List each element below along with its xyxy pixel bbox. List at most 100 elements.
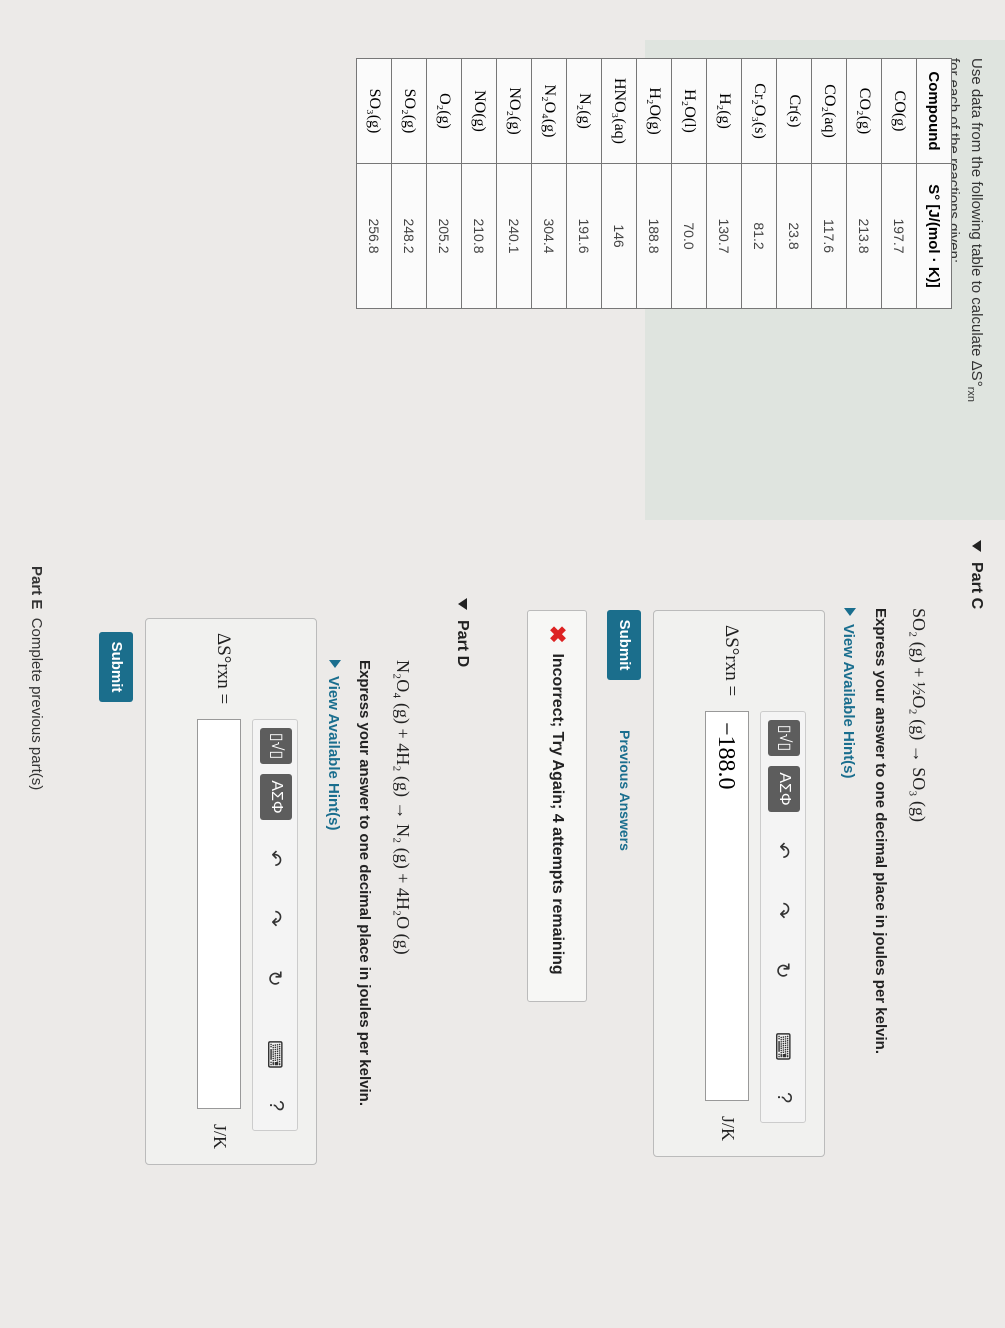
part-d-instruction: Express your answer to one decimal place… [356, 660, 373, 1107]
entropy-value-cell: 188.8 [636, 163, 672, 309]
incorrect-x-icon: ✖ [545, 625, 570, 644]
intro-line1: Use data from the following table to cal… [968, 58, 985, 387]
table-row: SO₃(g) 256.8 [356, 58, 392, 309]
entropy-value-cell: 205.2 [426, 163, 462, 309]
part-c-hint-link[interactable]: View Available Hint(s) [840, 608, 857, 779]
table-body: CO(g) 197.7 CO₂(g) 213.8 CO₂(aq) 117.6 Cr(s) 23… [356, 58, 917, 309]
collapse-triangle-icon[interactable] [457, 598, 467, 610]
compound-cell: H₂O(g) [636, 58, 672, 164]
part-c-delta-s-label: ΔS°rxn = [721, 625, 742, 697]
part-c-toolbar: ▯√▯ ΑΣΦ ↶ ↷ ↻ ⌨ ? [760, 711, 806, 1123]
part-e-row: Part E Complete previous part(s) [28, 566, 45, 790]
entropy-value-cell: 240.1 [496, 163, 532, 309]
previous-answers-link[interactable]: Previous Answers [617, 730, 633, 851]
feedback-box: ✖ Incorrect; Try Again; 4 attempts remain… [527, 610, 587, 1002]
part-c-unit: J/K [718, 1116, 738, 1142]
help-icon[interactable]: ? [264, 1100, 287, 1111]
part-d-delta-s-label: ΔS°rxn = [213, 633, 234, 705]
compound-cell: Cr₂O₃(s) [741, 58, 777, 164]
compound-cell: O₂(g) [426, 58, 462, 164]
redo-icon[interactable]: ↷ [262, 910, 287, 927]
entropy-value-cell: 213.8 [846, 163, 882, 309]
part-d-toolbar: ▯√▯ ΑΣΦ ↶ ↷ ↻ ⌨ ? [252, 719, 298, 1131]
compound-cell: NO(g) [461, 58, 497, 164]
part-d-equation: N₂O₄ (g) + 4H₂ (g) → N₂ (g) + 4H₂O (g) [393, 660, 413, 955]
table-row: NO(g) 210.8 [461, 58, 497, 309]
compound-cell: CO(g) [881, 58, 917, 164]
compound-cell: CO₂(aq) [811, 58, 847, 164]
redo-icon[interactable]: ↷ [770, 902, 795, 919]
part-c-instruction: Express your answer to one decimal place… [872, 608, 889, 1055]
compound-cell: CO₂(g) [846, 58, 882, 164]
symbols-button[interactable]: ΑΣΦ [768, 766, 800, 812]
compound-cell: N₂(g) [566, 58, 602, 164]
compound-cell: HNO₃(aq) [601, 58, 637, 164]
intro-subscript: rxn [965, 386, 977, 402]
entropy-value-cell: 70.0 [671, 163, 707, 309]
table-row: NO₂(g) 240.1 [496, 58, 532, 309]
part-e-text: Complete previous part(s) [28, 617, 45, 791]
part-c-title[interactable]: Part C [967, 540, 985, 609]
compound-cell: SO₃(g) [356, 58, 392, 164]
part-d-hint-link[interactable]: View Available Hint(s) [325, 660, 342, 831]
expand-arrow-icon [329, 660, 341, 668]
part-d-answer-box: ▯√▯ ΑΣΦ ↶ ↷ ↻ ⌨ ? ΔS°rxn = J/K [145, 618, 317, 1165]
templates-button[interactable]: ▯√▯ [260, 728, 292, 764]
part-d-title[interactable]: Part D [453, 598, 471, 667]
table-row: CO₂(g) 213.8 [846, 58, 882, 309]
compound-cell: H₂O(l) [671, 58, 707, 164]
header-compound: Compound [916, 58, 952, 164]
table-row: HNO₃(aq) 146 [601, 58, 637, 309]
reset-icon[interactable]: ↻ [262, 970, 287, 987]
entropy-value-cell: 248.2 [391, 163, 427, 309]
part-d-answer-input[interactable] [197, 719, 241, 1109]
entropy-value-cell: 23.8 [776, 163, 812, 309]
entropy-value-cell: 117.6 [811, 163, 847, 309]
compound-cell: SO₂(g) [391, 58, 427, 164]
table-row: Cr₂O₃(s) 81.2 [741, 58, 777, 309]
part-c-answer-box: ▯√▯ ΑΣΦ ↶ ↷ ↻ ⌨ ? ΔS°rxn = −188.0 J/K [653, 610, 825, 1157]
collapse-triangle-icon[interactable] [971, 540, 981, 552]
part-c-equation: SO₂ (g) + ½O₂ (g) → SO₃ (g) [909, 608, 929, 822]
keyboard-icon[interactable]: ⌨ [770, 1032, 795, 1061]
keyboard-icon[interactable]: ⌨ [262, 1040, 287, 1069]
undo-icon[interactable]: ↶ [262, 850, 287, 867]
table-row: N₂(g) 191.6 [566, 58, 602, 309]
part-d-unit: J/K [210, 1124, 230, 1150]
entropy-table: Compound S° [J/(mol · K)] CO(g) 197.7 CO₂(… [356, 58, 952, 309]
table-row: H₂O(g) 188.8 [636, 58, 672, 309]
undo-icon[interactable]: ↶ [770, 842, 795, 859]
compound-cell: NO₂(g) [496, 58, 532, 164]
table-row: O₂(g) 205.2 [426, 58, 462, 309]
part-c-answer-input[interactable]: −188.0 [705, 711, 749, 1101]
part-c-submit-button[interactable]: Submit [607, 610, 641, 680]
help-icon[interactable]: ? [772, 1092, 795, 1103]
table-row: H₂(g) 130.7 [706, 58, 742, 309]
entropy-value-cell: 81.2 [741, 163, 777, 309]
expand-arrow-icon [844, 608, 856, 616]
reset-icon[interactable]: ↻ [770, 962, 795, 979]
symbols-button[interactable]: ΑΣΦ [260, 774, 292, 820]
entropy-value-cell: 210.8 [461, 163, 497, 309]
compound-cell: Cr(s) [776, 58, 812, 164]
table-row: Cr(s) 23.8 [776, 58, 812, 309]
entropy-value-cell: 304.4 [531, 163, 567, 309]
header-entropy: S° [J/(mol · K)] [916, 163, 952, 309]
table-row: N₂O₄(g) 304.4 [531, 58, 567, 309]
compound-cell: N₂O₄(g) [531, 58, 567, 164]
entropy-value-cell: 256.8 [356, 163, 392, 309]
part-d-submit-button[interactable]: Submit [99, 632, 133, 702]
table-row: SO₂(g) 248.2 [391, 58, 427, 309]
entropy-value-cell: 191.6 [566, 163, 602, 309]
feedback-text: Incorrect; Try Again; 4 attempts remaini… [548, 653, 566, 975]
compound-cell: H₂(g) [706, 58, 742, 164]
table-row: CO₂(aq) 117.6 [811, 58, 847, 309]
table-row: H₂O(l) 70.0 [671, 58, 707, 309]
screen-rotated: Use data from the following table to cal… [0, 0, 1005, 1328]
entropy-value-cell: 146 [601, 163, 637, 309]
part-e-title: Part E [28, 566, 45, 610]
templates-button[interactable]: ▯√▯ [768, 720, 800, 756]
entropy-value-cell: 130.7 [706, 163, 742, 309]
table-row: CO(g) 197.7 [881, 58, 917, 309]
entropy-value-cell: 197.7 [881, 163, 917, 309]
